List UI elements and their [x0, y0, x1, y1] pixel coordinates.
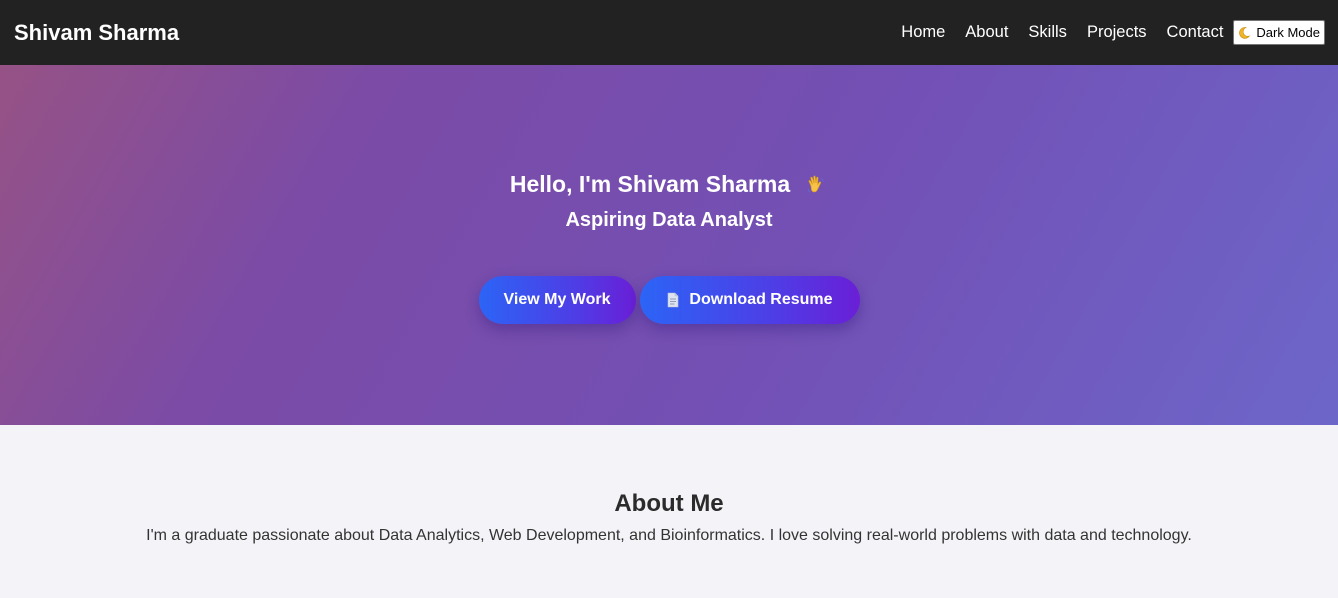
nav-item-skills: Skills [1028, 23, 1067, 42]
nav-item-contact: Contact [1167, 23, 1224, 42]
nav-link-about[interactable]: About [965, 23, 1008, 41]
view-my-work-button[interactable]: View My Work [478, 276, 636, 324]
document-icon [666, 292, 680, 308]
hero-subtitle: Aspiring Data Analyst [565, 209, 773, 231]
nav-links: Home About Skills Projects Contact [881, 23, 1223, 42]
view-my-work-label: View My Work [503, 291, 611, 308]
hero-section: Hello, I'm Shivam Sharma Aspiring Data A… [0, 65, 1338, 425]
nav-right: Home About Skills Projects Contact Dark … [881, 20, 1325, 45]
hero-title-text: Hello, I'm Shivam Sharma [509, 171, 791, 197]
nav-item-projects: Projects [1087, 23, 1147, 42]
dark-mode-toggle[interactable]: Dark Mode [1233, 20, 1325, 45]
about-heading: About Me [614, 490, 724, 517]
hero-buttons: View My Work Download Resume [0, 276, 1338, 324]
download-resume-button[interactable]: Download Resume [639, 276, 860, 324]
site-brand[interactable]: Shivam Sharma [14, 20, 179, 46]
nav-link-skills[interactable]: Skills [1028, 23, 1067, 41]
nav-item-home: Home [901, 23, 945, 42]
download-resume-label: Download Resume [689, 291, 833, 308]
nav-link-contact[interactable]: Contact [1167, 23, 1224, 41]
hero-title: Hello, I'm Shivam Sharma [0, 171, 1338, 198]
nav-link-home[interactable]: Home [901, 23, 945, 41]
about-text: I'm a graduate passionate about Data Ana… [146, 527, 1192, 544]
moon-icon [1237, 26, 1251, 40]
about-section: About Me I'm a graduate passionate about… [0, 425, 1338, 598]
nav-item-about: About [965, 23, 1008, 42]
navbar: Shivam Sharma Home About Skills Projects… [0, 0, 1338, 65]
waving-hand-icon [804, 173, 828, 197]
nav-link-projects[interactable]: Projects [1087, 23, 1147, 41]
dark-mode-label: Dark Mode [1256, 25, 1320, 40]
